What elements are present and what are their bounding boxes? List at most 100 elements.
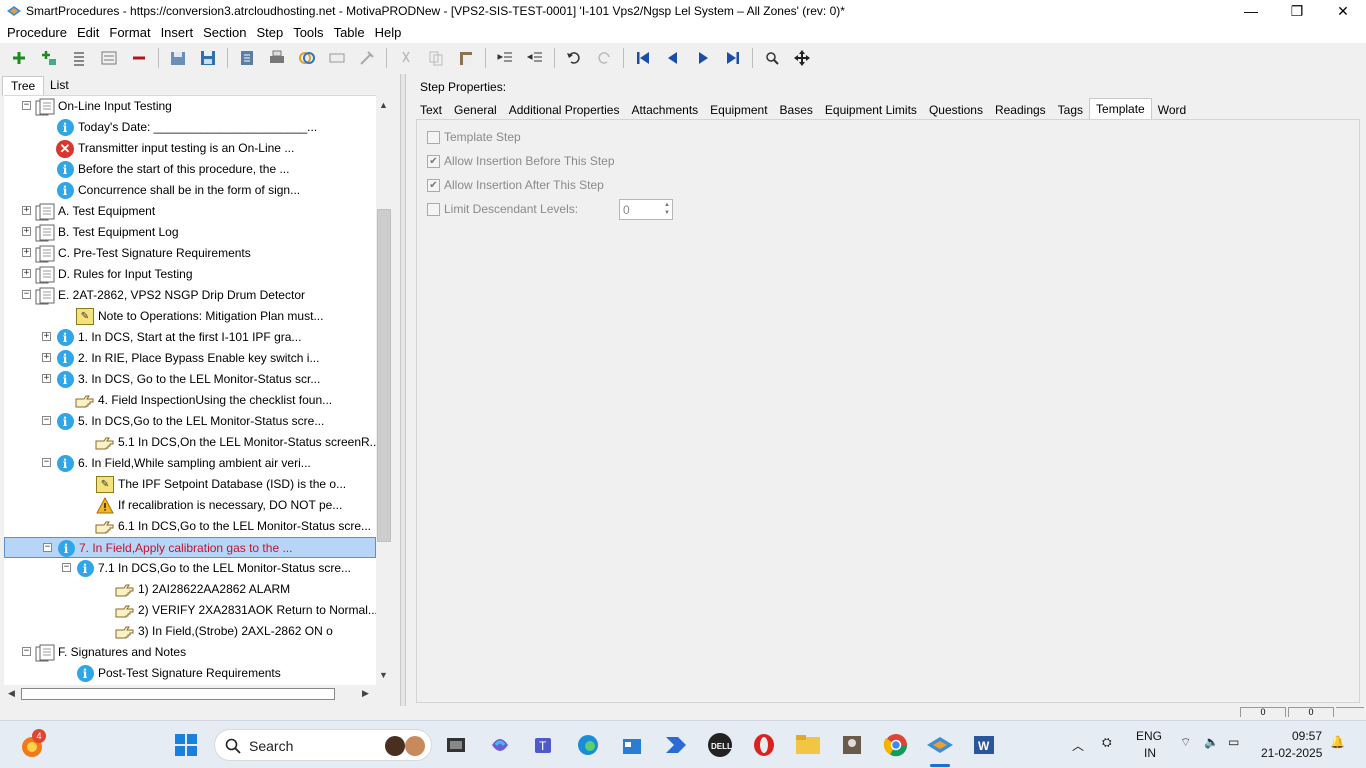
tree-row[interactable]: + D. Rules for Input Testing (4, 264, 376, 285)
scroll-thumb[interactable] (21, 688, 335, 700)
collapse-icon[interactable]: − (42, 416, 51, 425)
notification-bell-icon[interactable]: 🔔 (1330, 735, 1345, 749)
taskbar-search[interactable]: Search (214, 729, 432, 761)
expand-icon[interactable]: + (22, 227, 31, 236)
notifications-icon[interactable]: 4 (16, 729, 48, 761)
clock-date[interactable]: 21-02-2025 (1261, 746, 1322, 760)
next-icon[interactable] (692, 47, 714, 69)
menu-help[interactable]: Help (370, 25, 407, 40)
tab-general[interactable]: General (448, 100, 503, 120)
tab-additional-properties[interactable]: Additional Properties (503, 100, 626, 120)
descendant-levels-spinner[interactable]: 0 ▲ ▼ (619, 199, 673, 220)
spin-down-icon[interactable]: ▼ (664, 210, 670, 216)
expand-icon[interactable]: + (42, 353, 51, 362)
tree-row[interactable]: i Before the start of this procedure, the… (4, 159, 376, 180)
tree-row[interactable]: 5.1 In DCS,On the LEL Monitor-Status scr… (4, 432, 376, 453)
tree-row[interactable]: − i 6. In Field,While sampling ambient air… (4, 453, 376, 474)
collapse-icon[interactable]: − (22, 290, 31, 299)
tree-row[interactable]: + A. Test Equipment (4, 201, 376, 222)
tag-icon[interactable] (356, 47, 378, 69)
menu-step[interactable]: Step (251, 25, 288, 40)
tab-template[interactable]: Template (1089, 98, 1152, 120)
menu-table[interactable]: Table (329, 25, 370, 40)
outdent-icon[interactable] (524, 47, 546, 69)
add-child-icon[interactable] (38, 47, 60, 69)
chevron-up-icon[interactable]: ︿ (1072, 737, 1084, 754)
search-icon[interactable] (761, 47, 783, 69)
tab-equipment-limits[interactable]: Equipment Limits (819, 100, 923, 120)
tab-readings[interactable]: Readings (989, 100, 1052, 120)
collapse-icon[interactable]: − (42, 458, 51, 467)
size-grip[interactable] (1336, 707, 1364, 717)
expand-icon[interactable]: + (22, 206, 31, 215)
expand-icon[interactable]: + (22, 248, 31, 257)
menu-edit[interactable]: Edit (72, 25, 104, 40)
powerautomate-icon[interactable] (660, 729, 692, 761)
close-button[interactable]: ✕ (1320, 0, 1366, 22)
expand-icon[interactable]: + (42, 374, 51, 383)
remove-icon[interactable] (128, 47, 150, 69)
tab-bases[interactable]: Bases (774, 100, 819, 120)
first-icon[interactable] (632, 47, 654, 69)
checkbox-box[interactable]: ✔ (427, 178, 440, 192)
panel-splitter[interactable] (400, 74, 406, 706)
field-icon[interactable] (326, 47, 348, 69)
tree-row[interactable]: 1) 2AI28622AA2862 ALARM (4, 579, 376, 600)
tree-row-selected[interactable]: − i 7. In Field,Apply calibration gas to t… (4, 537, 376, 558)
print-icon[interactable] (266, 47, 288, 69)
tree-row[interactable]: − i 5. In DCS,Go to the LEL Monitor-Status… (4, 411, 376, 432)
previous-icon[interactable] (662, 47, 684, 69)
tree-row[interactable]: If recalibration is necessary, DO NOT pe… (4, 495, 376, 516)
tree-row[interactable]: 4. Field InspectionUsing the checklist f… (4, 390, 376, 411)
tab-questions[interactable]: Questions (923, 100, 989, 120)
dell-icon[interactable]: DELL (704, 729, 736, 761)
language-code[interactable]: ENG (1136, 729, 1162, 743)
edge-icon[interactable] (572, 729, 604, 761)
wifi-icon[interactable]: ⌔ (1180, 735, 1191, 750)
collapse-icon[interactable]: − (22, 647, 31, 656)
collapse-icon[interactable]: − (43, 543, 52, 552)
collapse-icon[interactable]: − (22, 101, 31, 110)
save-icon[interactable] (197, 47, 219, 69)
tab-tags[interactable]: Tags (1052, 100, 1089, 120)
tree-row[interactable]: i Concurrence shall be in the form of sig… (4, 180, 376, 201)
clock-time[interactable]: 09:57 (1292, 729, 1322, 743)
tree-row[interactable]: − On-Line Input Testing (4, 96, 376, 117)
undo-icon[interactable] (563, 47, 585, 69)
menu-procedure[interactable]: Procedure (2, 25, 72, 40)
spin-up-icon[interactable]: ▲ (664, 202, 670, 208)
open-icon[interactable] (167, 47, 189, 69)
tree-row[interactable]: 2) VERIFY 2XA2831AOK Return to Normal... (4, 600, 376, 621)
app-people-icon[interactable] (836, 729, 868, 761)
collapse-icon[interactable]: − (62, 563, 71, 572)
task-view-icon[interactable] (440, 729, 472, 761)
network-settings-icon[interactable]: ⛭ (1102, 735, 1112, 750)
menu-insert[interactable]: Insert (156, 25, 199, 40)
tree-row[interactable]: + B. Test Equipment Log (4, 222, 376, 243)
add-icon[interactable] (8, 47, 30, 69)
paste-icon[interactable] (455, 47, 477, 69)
tab-list[interactable]: List (42, 76, 77, 96)
tree-row[interactable]: − i 7.1 In DCS,Go to the LEL Monitor-Statu… (4, 558, 376, 579)
indent-icon[interactable] (494, 47, 516, 69)
checkbox-box[interactable] (427, 130, 440, 144)
minimize-button[interactable]: — (1228, 0, 1274, 22)
tab-tree[interactable]: Tree (2, 76, 45, 96)
region-code[interactable]: IN (1144, 746, 1156, 760)
tree-row[interactable]: − F. Signatures and Notes (4, 642, 376, 663)
scroll-up-icon[interactable]: ▲ (379, 100, 388, 110)
tree-row[interactable]: 6.1 In DCS,Go to the LEL Monitor-Status … (4, 516, 376, 537)
tree-vertical-scrollbar[interactable]: ▲ ▼ (376, 96, 393, 685)
checkbox-box[interactable] (427, 202, 440, 216)
checkbox-box[interactable]: ✔ (427, 154, 440, 168)
tree-row[interactable]: + i 2. In RIE, Place Bypass Enable key swi… (4, 348, 376, 369)
tree-row[interactable]: ✎ The IPF Setpoint Database (ISD) is the … (4, 474, 376, 495)
tree-row[interactable]: i Post-Test Signature Requirements (4, 663, 376, 684)
tab-text[interactable]: Text (414, 100, 448, 120)
export-icon[interactable] (236, 47, 258, 69)
smartprocedures-taskbar-icon[interactable] (924, 729, 956, 767)
tree-row[interactable]: 3) In Field,(Strobe) 2AXL-2862 ON o (4, 621, 376, 642)
opera-icon[interactable] (748, 729, 780, 761)
outline-alt-icon[interactable] (98, 47, 120, 69)
restore-button[interactable]: ❐ (1274, 0, 1320, 22)
